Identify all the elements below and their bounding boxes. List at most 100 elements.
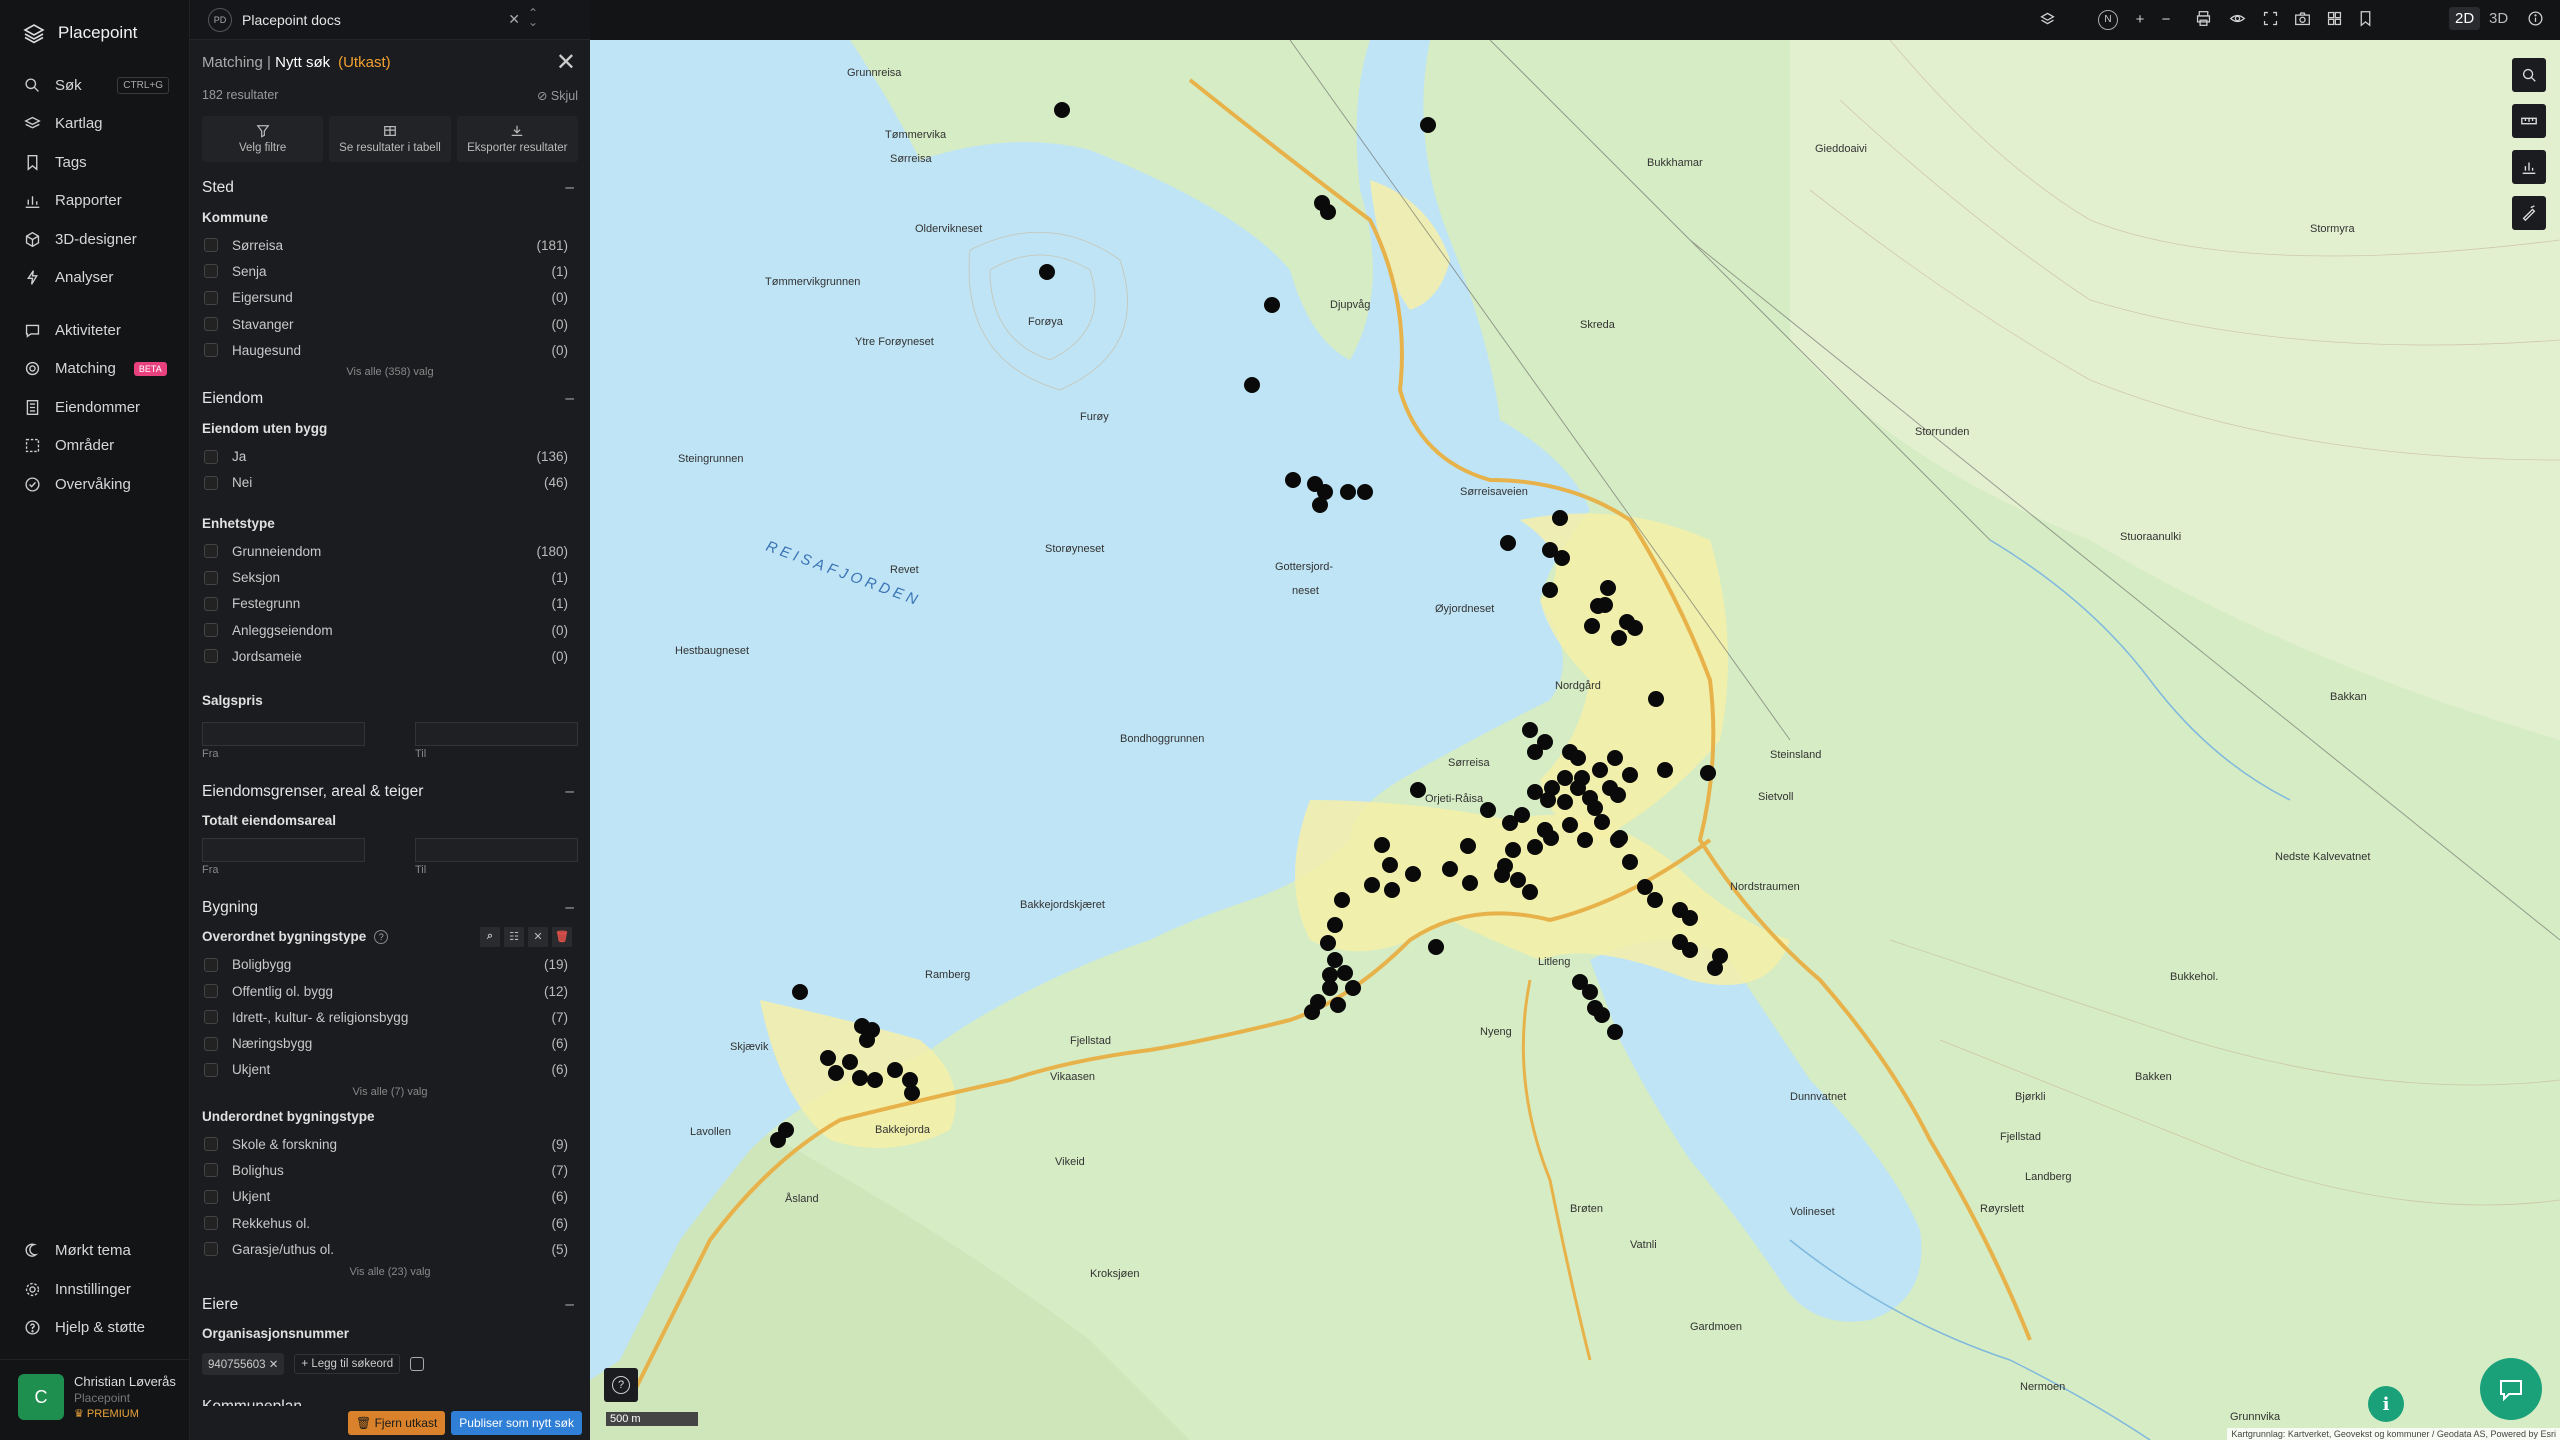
result-marker[interactable] (1285, 472, 1301, 488)
checkbox[interactable] (204, 1137, 218, 1152)
result-marker[interactable] (1557, 794, 1573, 810)
close-icon[interactable]: ✕ (556, 48, 576, 77)
result-marker[interactable] (1522, 722, 1538, 738)
document-selector[interactable]: PD Placepoint docs ✕ ⌃ ⌄ (190, 0, 590, 40)
result-marker[interactable] (1582, 984, 1598, 1000)
section-bygning[interactable]: Bygning – (202, 894, 578, 922)
result-marker[interactable] (1505, 842, 1521, 858)
result-marker[interactable] (1320, 204, 1336, 220)
result-marker[interactable] (1460, 838, 1476, 854)
result-marker[interactable] (1322, 980, 1338, 996)
result-marker[interactable] (1244, 377, 1260, 393)
result-marker[interactable] (859, 1032, 875, 1048)
print-icon[interactable] (2193, 10, 2213, 30)
result-marker[interactable] (1622, 854, 1638, 870)
checkbox[interactable] (204, 596, 218, 611)
result-marker[interactable] (1610, 787, 1626, 803)
result-marker[interactable] (1382, 857, 1398, 873)
nav-item-eiendommer[interactable]: Eiendommer (0, 388, 189, 427)
list-icon[interactable]: ☷ (504, 926, 524, 947)
result-marker[interactable] (1592, 762, 1608, 778)
list-item[interactable]: Ja (136) (202, 443, 578, 469)
user-card[interactable]: C Christian Løverås Placepoint ♛ PREMIUM (0, 1359, 190, 1440)
result-marker[interactable] (852, 1070, 868, 1086)
result-marker[interactable] (1622, 767, 1638, 783)
result-marker[interactable] (1345, 980, 1361, 996)
result-marker[interactable] (842, 1054, 858, 1070)
salgspris-to-input[interactable] (415, 721, 578, 746)
result-marker[interactable] (1527, 744, 1543, 760)
result-marker[interactable] (1557, 770, 1573, 786)
grid-icon[interactable] (2324, 10, 2344, 30)
list-item[interactable]: Haugesund (0) (202, 337, 578, 363)
publish-button[interactable]: Publiser som nytt søk (451, 1411, 582, 1435)
list-item[interactable]: Ukjent (6) (202, 1184, 578, 1210)
section-eiendom[interactable]: Eiendom – (202, 385, 578, 413)
hide-button[interactable]: ⊘ Skjul (537, 88, 578, 103)
areal-to-input[interactable] (415, 837, 578, 862)
camera-icon[interactable] (2292, 10, 2312, 30)
result-marker[interactable] (1577, 832, 1593, 848)
mode-2d-button[interactable]: 2D (2449, 7, 2481, 30)
result-marker[interactable] (1327, 952, 1343, 968)
help-icon[interactable]: ? (374, 929, 389, 944)
checkbox[interactable] (204, 238, 218, 253)
result-marker[interactable] (770, 1132, 786, 1148)
result-marker[interactable] (1320, 935, 1336, 951)
nav-item-kartlag[interactable]: Kartlag (0, 105, 189, 144)
checkbox[interactable] (204, 1163, 218, 1178)
checkbox[interactable] (204, 1036, 218, 1051)
result-marker[interactable] (1552, 510, 1568, 526)
eye-icon[interactable] (2227, 10, 2247, 30)
checkbox[interactable] (204, 1216, 218, 1231)
result-marker[interactable] (1334, 892, 1350, 908)
checkbox[interactable] (204, 649, 218, 664)
fullscreen-icon[interactable] (2260, 10, 2280, 30)
collapse-icon[interactable]: – (565, 783, 574, 801)
nav-item-analyser[interactable]: Analyser (0, 259, 189, 298)
chevron-updown-icon[interactable]: ⌃ ⌄ (528, 7, 538, 28)
list-item[interactable]: Jordsameie (0) (202, 643, 578, 669)
checkbox[interactable] (204, 1062, 218, 1077)
result-marker[interactable] (904, 1085, 920, 1101)
checkbox[interactable] (204, 475, 218, 490)
result-marker[interactable] (1384, 882, 1400, 898)
result-marker[interactable] (867, 1072, 883, 1088)
checkbox[interactable] (204, 623, 218, 638)
checkbox[interactable] (204, 984, 218, 998)
result-marker[interactable] (828, 1065, 844, 1081)
list-item[interactable]: Senja (1) (202, 258, 578, 284)
nav-item-aktiviteter[interactable]: Aktiviteter (0, 311, 189, 350)
result-marker[interactable] (1562, 817, 1578, 833)
measure-button[interactable] (2512, 104, 2546, 138)
result-marker[interactable] (1364, 877, 1380, 893)
brand[interactable]: Placepoint (0, 0, 189, 66)
list-item[interactable]: Anleggseiendom (0) (202, 617, 578, 643)
checkbox[interactable] (204, 957, 218, 972)
result-marker[interactable] (1607, 750, 1623, 766)
list-item[interactable]: Sørreisa (181) (202, 232, 578, 258)
breadcrumb[interactable]: Matching (202, 54, 263, 71)
result-marker[interactable] (1312, 497, 1328, 513)
result-marker[interactable] (1584, 618, 1600, 634)
mode-3d-button[interactable]: 3D (2483, 7, 2514, 30)
checkbox[interactable] (204, 449, 218, 464)
list-item[interactable]: Stavanger (0) (202, 311, 578, 337)
result-marker[interactable] (1410, 782, 1426, 798)
section-sted[interactable]: Sted – (202, 174, 578, 202)
result-marker[interactable] (1374, 837, 1390, 853)
section-grenser[interactable]: Eiendomsgrenser, areal & teiger – (202, 778, 578, 806)
layers-stack-icon[interactable] (2037, 10, 2057, 30)
nav-item-settings[interactable]: Innstillinger (0, 1270, 190, 1309)
trash-icon[interactable]: 🗑 (552, 926, 572, 947)
info-icon[interactable] (2525, 10, 2545, 30)
nav-item-rapporter[interactable]: Rapporter (0, 182, 189, 221)
list-item[interactable]: Festegrunn (1) (202, 591, 578, 617)
layer-info-button[interactable] (2512, 58, 2546, 92)
nav-item-3d-designer[interactable]: 3D-designer (0, 220, 189, 259)
list-item[interactable]: Seksjon (1) (202, 564, 578, 590)
zoom-in-button[interactable]: + (2130, 10, 2150, 30)
nav-item-help[interactable]: Hjelp & støtte (0, 1309, 190, 1348)
draw-button[interactable] (2512, 196, 2546, 230)
result-marker[interactable] (887, 1062, 903, 1078)
